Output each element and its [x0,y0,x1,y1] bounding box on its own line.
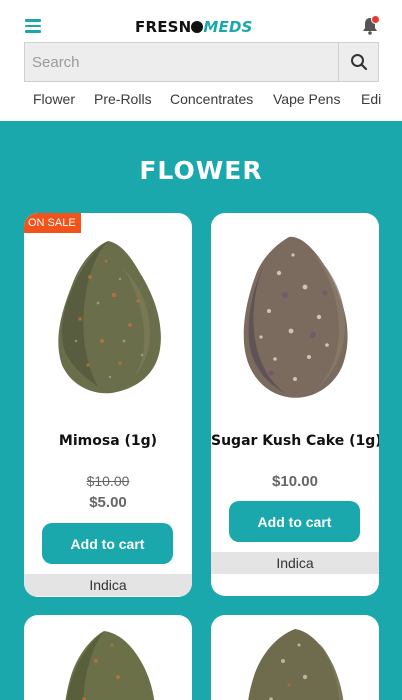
product-name[interactable]: Sugar Kush Cake (1g) [211,433,379,449]
product-price: $5.00 [89,494,127,511]
section-title: FLOWER [139,156,263,185]
search-bar [24,42,379,82]
category-nav: Flower Pre-Rolls Concentrates Vape Pens … [0,88,402,112]
category-flower[interactable]: Flower [33,91,75,107]
header: FRESN MEDS Flower Pre-Rolls Concentrates … [0,0,402,120]
add-to-cart-button[interactable]: Add to cart [42,523,173,564]
product-name[interactable]: Mimosa (1g) [24,433,192,449]
product-image[interactable] [235,233,355,403]
product-card[interactable]: ON SALE Mimosa (1g) $10.00 $5.00 Add to … [24,213,192,597]
product-card[interactable] [24,615,192,700]
strain-label: Indica [24,574,192,596]
hamburger-menu-icon[interactable] [25,19,41,33]
logo-mark [191,21,204,33]
notification-badge [371,15,380,24]
product-image[interactable] [50,237,166,397]
product-image[interactable] [54,627,164,700]
search-input[interactable] [25,43,338,81]
add-to-cart-button[interactable]: Add to cart [229,501,360,542]
category-pre-rolls[interactable]: Pre-Rolls [94,91,152,107]
product-price: $10.00 [272,473,318,490]
bell-icon[interactable] [360,15,380,36]
search-button[interactable] [338,43,378,81]
sale-badge: ON SALE [24,213,81,233]
logo[interactable]: FRESN MEDS [135,17,253,37]
category-vape-pens[interactable]: Vape Pens [273,91,340,107]
product-card[interactable] [211,615,379,700]
product-image[interactable] [239,625,351,700]
strain-label: Indica [211,552,379,574]
search-icon [350,54,367,71]
logo-text-part1: FRESN [135,18,192,36]
category-edibles[interactable]: Edi [361,91,381,107]
category-concentrates[interactable]: Concentrates [170,91,253,107]
product-section: FLOWER ON SALE Mimosa (1g) $10.00 $5.00 … [0,121,402,700]
product-card[interactable]: Sugar Kush Cake (1g) $10.00 Add to cart … [211,213,379,596]
original-price: $10.00 [86,473,130,489]
logo-text-part2: MEDS [203,18,253,36]
